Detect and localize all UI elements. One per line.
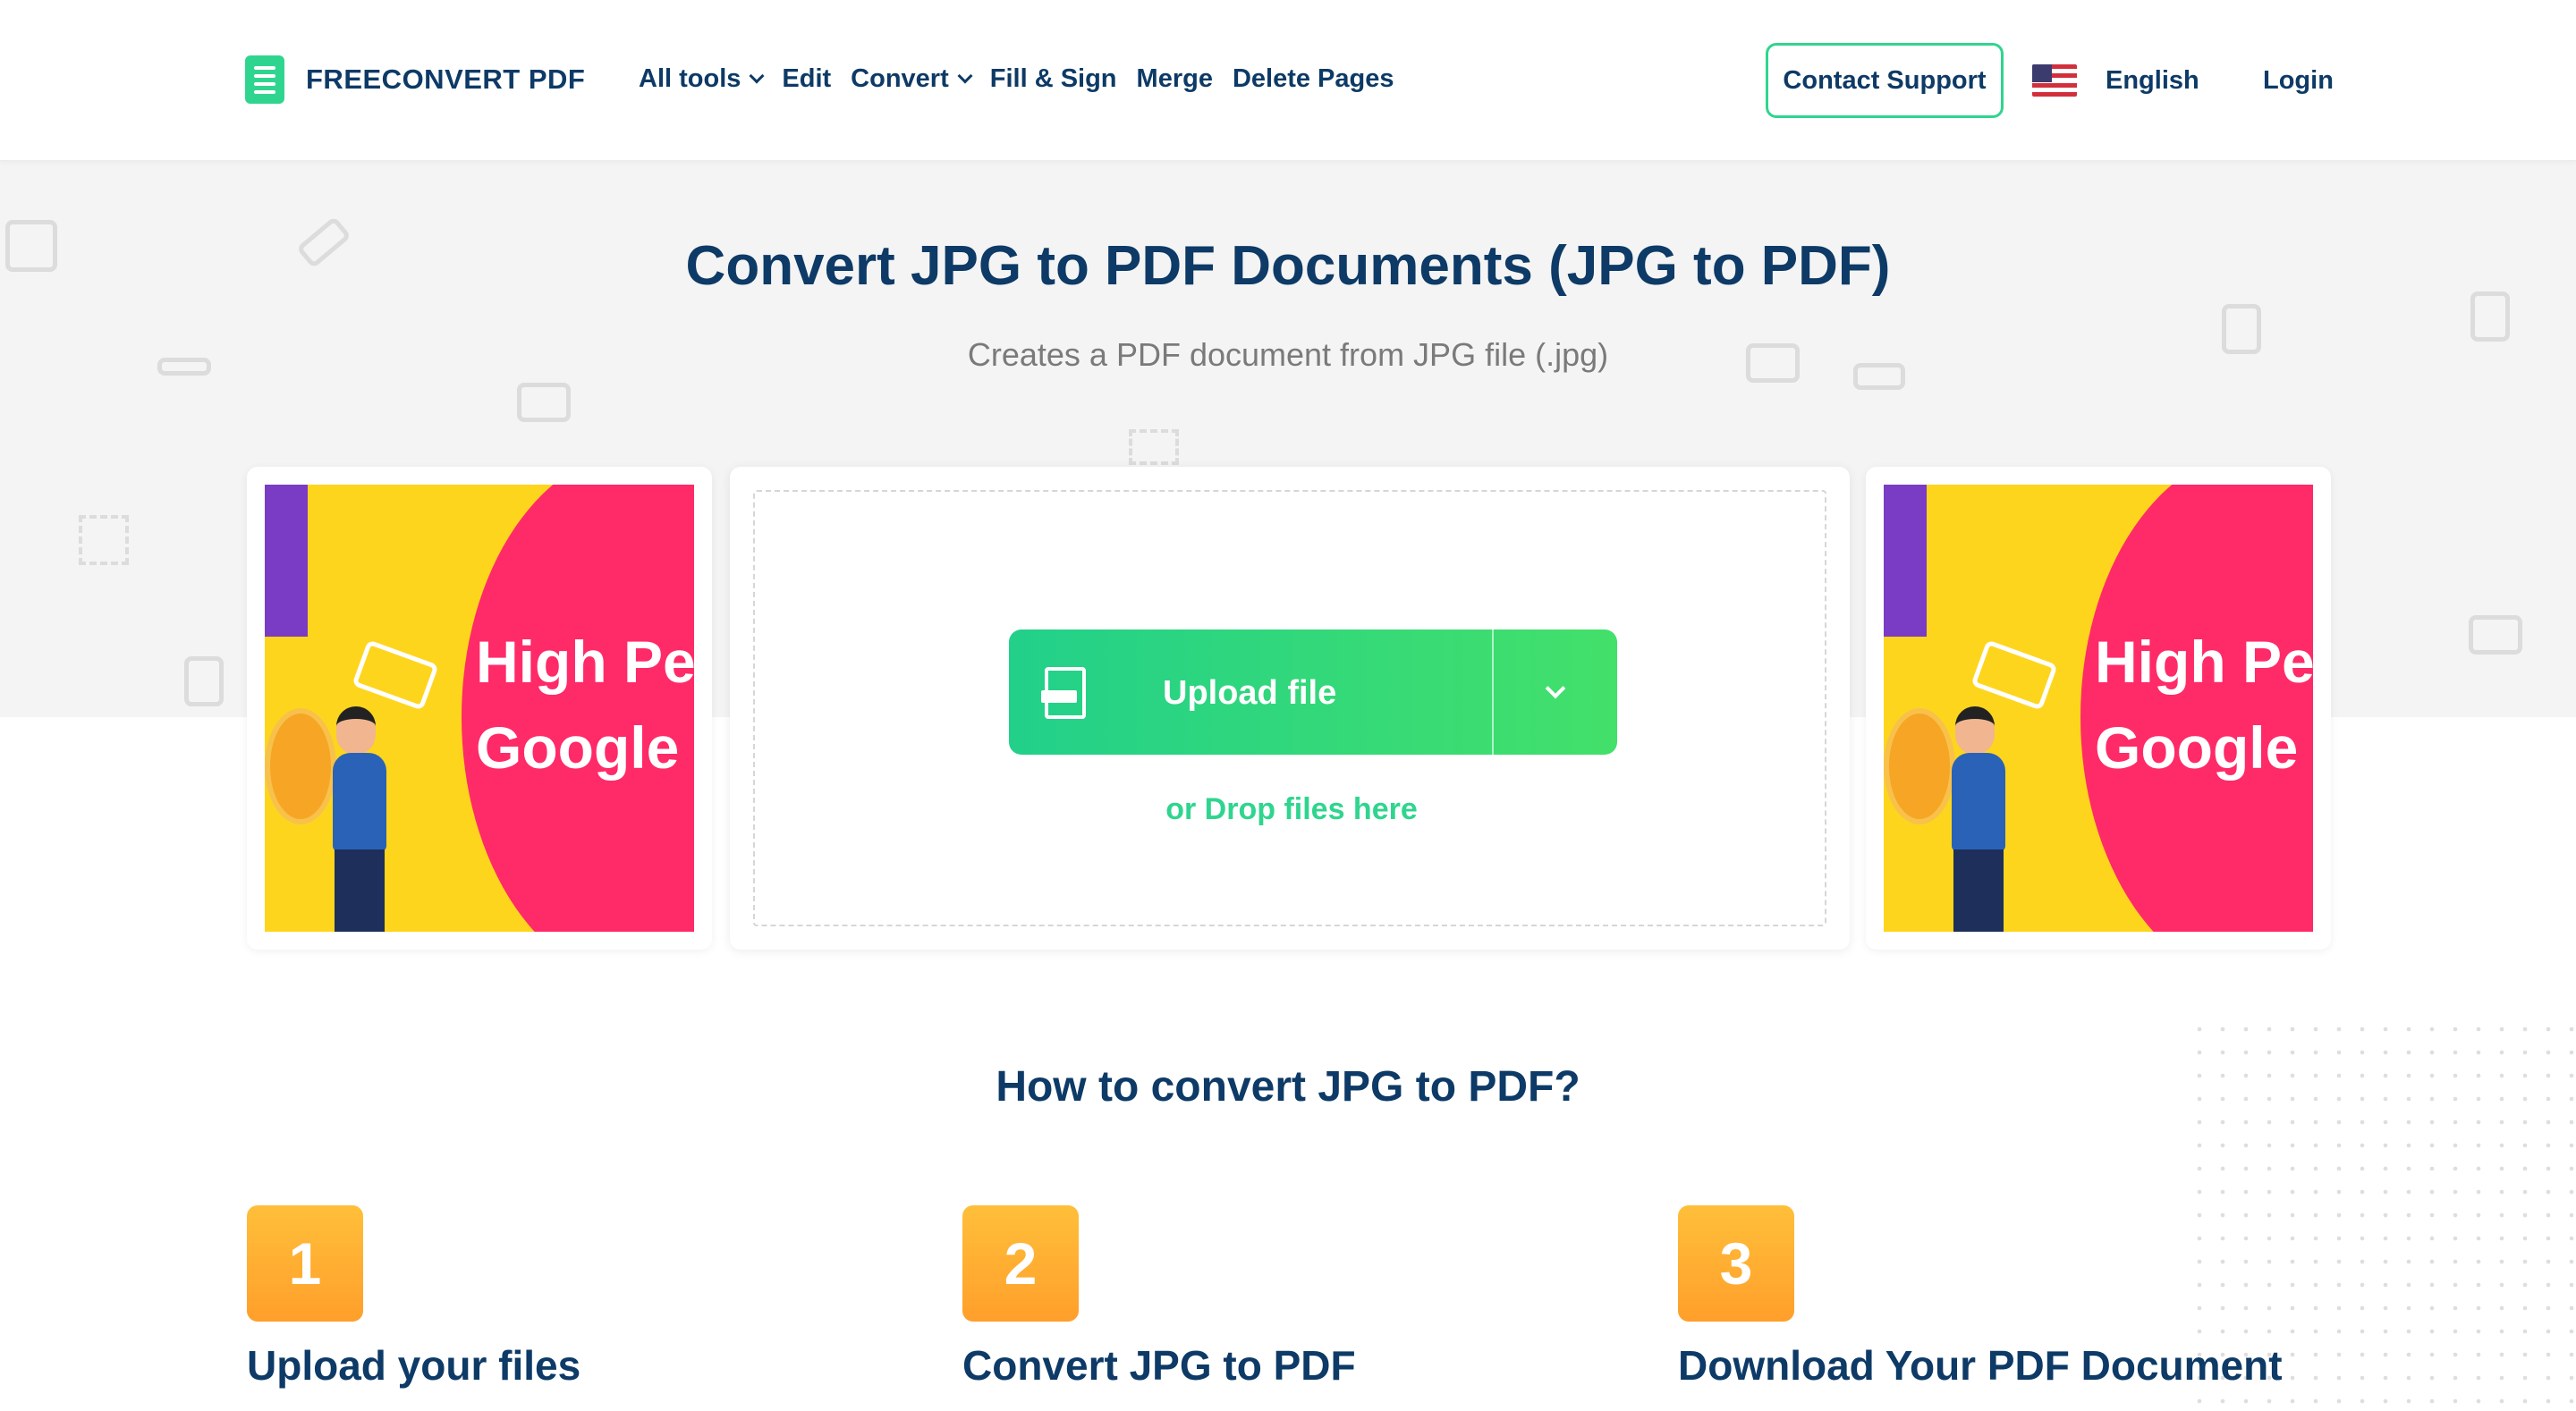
- step-title: Convert JPG to PDF: [962, 1342, 1356, 1389]
- top-header: FREECONVERT PDF All tools Edit Convert F…: [0, 0, 2576, 161]
- nav-edit[interactable]: Edit: [782, 64, 831, 94]
- nav-merge[interactable]: Merge: [1137, 64, 1213, 94]
- upload-file-button[interactable]: Upload file: [1009, 629, 1617, 755]
- ad-image: High Pe Google: [265, 485, 694, 932]
- nav-fill-sign-label: Fill & Sign: [989, 64, 1117, 93]
- document-file-icon: [1041, 667, 1086, 719]
- step-number-badge: 3: [1678, 1205, 1794, 1322]
- site-logo[interactable]: FREECONVERT PDF: [245, 55, 585, 104]
- nav-delete-pages-label: Delete Pages: [1232, 64, 1394, 93]
- language-selector[interactable]: English: [2106, 66, 2199, 96]
- nav-edit-label: Edit: [782, 64, 832, 93]
- upload-file-main[interactable]: Upload file: [1009, 629, 1492, 755]
- step-number-badge: 1: [247, 1205, 363, 1322]
- coin-icon: [1884, 708, 1955, 824]
- image-icon: [517, 383, 571, 422]
- coin-icon: [265, 708, 336, 824]
- nav-all-tools-label: All tools: [639, 64, 741, 93]
- logo-text: FREECONVERT PDF: [306, 63, 586, 95]
- chevron-down-icon: [957, 68, 973, 83]
- contact-support-button[interactable]: Contact Support: [1766, 43, 2004, 118]
- nav-convert-label: Convert: [851, 64, 949, 93]
- pdf-file-icon: [2470, 291, 2510, 342]
- briefcase-icon: [1970, 639, 2058, 711]
- nav-delete-pages[interactable]: Delete Pages: [1233, 64, 1394, 94]
- text-box-icon: [1129, 429, 1179, 465]
- login-link[interactable]: Login: [2263, 66, 2334, 96]
- ad-text-line1: High Pe: [2095, 629, 2313, 695]
- how-to-title: How to convert JPG to PDF?: [996, 1063, 1580, 1111]
- page-title: Convert JPG to PDF Documents (JPG to PDF…: [685, 235, 1891, 297]
- advertisement-right[interactable]: High Pe Google: [1866, 467, 2331, 950]
- step-title: Upload your files: [247, 1342, 581, 1389]
- chevron-down-icon: [1545, 678, 1566, 699]
- ad-text-line2: Google: [2095, 714, 2299, 781]
- ad-text-line1: High Pe: [476, 629, 694, 695]
- advertisement-left[interactable]: High Pe Google: [247, 467, 712, 950]
- upload-file-label: Upload file: [1163, 674, 1337, 712]
- upload-card: Upload file or Drop files here: [730, 467, 1850, 950]
- file-drop-zone[interactable]: Upload file or Drop files here: [753, 490, 1826, 926]
- step-2: 2 Convert JPG to PDF: [962, 1205, 1356, 1390]
- step-title: Download Your PDF Document: [1678, 1342, 2283, 1389]
- nav-merge-label: Merge: [1136, 64, 1213, 93]
- briefcase-icon: [352, 639, 439, 711]
- step-number-badge: 2: [962, 1205, 1079, 1322]
- nav-convert[interactable]: Convert: [851, 64, 973, 94]
- ad-image: High Pe Google: [1884, 485, 2313, 932]
- main-nav: All tools Edit Convert Fill & Sign Merge…: [639, 64, 1414, 94]
- nav-fill-sign[interactable]: Fill & Sign: [990, 64, 1117, 94]
- step-3: 3 Download Your PDF Document: [1678, 1205, 2283, 1390]
- ad-text-line2: Google: [476, 714, 680, 781]
- nav-all-tools[interactable]: All tools: [639, 64, 765, 94]
- text-box-icon: [79, 515, 129, 565]
- us-flag-icon[interactable]: [2032, 64, 2077, 97]
- step-1: 1 Upload your files: [247, 1205, 580, 1390]
- drop-files-hint: or Drop files here: [1165, 792, 1418, 826]
- page-subtitle: Creates a PDF document from JPG file (.j…: [967, 336, 1609, 373]
- chevron-down-icon: [749, 68, 765, 83]
- image-icon: [2469, 615, 2522, 655]
- document-logo-icon: [245, 55, 284, 104]
- upload-source-dropdown[interactable]: [1494, 629, 1617, 755]
- pdf-file-icon: [184, 656, 224, 706]
